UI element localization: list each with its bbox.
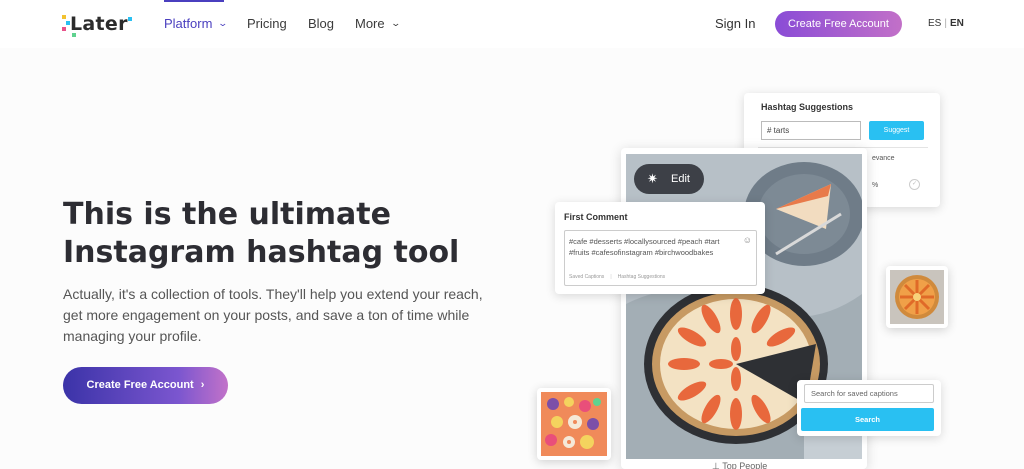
nav-more-label: More <box>355 16 385 31</box>
person-icon: ⊥ <box>712 461 720 469</box>
edit-label: Edit <box>671 173 690 185</box>
chevron-down-icon: ⌄ <box>390 18 401 28</box>
top-people-label: ⊥ Top People <box>712 461 767 469</box>
first-comment-title: First Comment <box>564 212 628 222</box>
nav-active-indicator <box>164 0 224 2</box>
site-header: Later Platform ⌄ Pricing Blog More ⌄ Sig… <box>0 0 1024 48</box>
logo-dot <box>62 27 66 31</box>
nav-blog[interactable]: Blog <box>308 16 334 31</box>
hero-title-line2: Instagram hashtag tool <box>63 235 460 270</box>
hero-subtitle: Actually, it's a collection of tools. Th… <box>63 286 483 344</box>
magic-wand-icon: ✷ <box>647 171 658 186</box>
saved-captions-search-card: Search for saved captions Search <box>797 380 941 436</box>
footer-divider: | <box>610 274 612 280</box>
nav-platform-label: Platform <box>164 16 213 31</box>
nav-platform[interactable]: Platform ⌄ <box>164 16 229 31</box>
first-comment-textarea[interactable]: #cafe #desserts #locallysourced #peach #… <box>564 230 757 286</box>
nav-more[interactable]: More ⌄ <box>355 16 401 31</box>
tart-thumbnail-image <box>890 270 944 324</box>
donuts-thumbnail[interactable] <box>537 388 611 460</box>
hashtag-suggestions-link[interactable]: Hashtag Suggestions <box>618 274 666 280</box>
logo-dot <box>62 15 66 19</box>
logo-wordmark: Later <box>70 13 128 35</box>
logo-dot <box>128 17 132 21</box>
hero-title-line1: This is the ultimate <box>63 197 391 232</box>
lang-en[interactable]: EN <box>950 18 964 29</box>
create-account-button-header[interactable]: Create Free Account <box>775 11 902 37</box>
donuts-thumbnail-image <box>541 392 607 456</box>
first-comment-footer: Saved Captions | Hashtag Suggestions <box>569 274 665 280</box>
search-button[interactable]: Search <box>801 408 934 431</box>
top-people-text: Top People <box>722 461 768 469</box>
relevance-value: % <box>872 182 879 189</box>
hashtag-suggestions-title: Hashtag Suggestions <box>761 102 854 112</box>
nav-pricing[interactable]: Pricing <box>247 16 287 31</box>
suggest-button[interactable]: Suggest <box>869 121 924 140</box>
chevron-down-icon: ⌄ <box>217 18 229 28</box>
nav-blog-label: Blog <box>308 16 335 31</box>
saved-captions-link[interactable]: Saved Captions <box>569 274 604 280</box>
chevron-right-icon: › <box>200 379 205 391</box>
language-switcher: ES | EN <box>928 18 964 29</box>
lang-separator: | <box>944 18 947 29</box>
first-comment-card: First Comment #cafe #desserts #locallyso… <box>555 202 765 294</box>
first-comment-text: #cafe #desserts #locallysourced #peach #… <box>569 237 720 257</box>
saved-captions-search-input[interactable]: Search for saved captions <box>804 384 934 403</box>
later-logo[interactable]: Later <box>62 11 142 37</box>
nav-pricing-label: Pricing <box>247 16 287 31</box>
lang-es[interactable]: ES <box>928 18 941 29</box>
edit-button[interactable]: ✷ Edit <box>634 164 704 194</box>
hashtag-search-input[interactable]: # tarts <box>761 121 861 140</box>
check-circle-icon[interactable]: ✓ <box>909 179 920 190</box>
emoji-icon[interactable]: ☺ <box>743 235 752 245</box>
create-account-button-hero[interactable]: Create Free Account › <box>63 367 228 404</box>
tart-thumbnail[interactable] <box>886 266 948 328</box>
sign-in-link[interactable]: Sign In <box>715 16 755 31</box>
relevance-header: evance <box>872 155 895 162</box>
hero-title: This is the ultimate Instagram hashtag t… <box>63 196 459 272</box>
hero-cta-label: Create Free Account <box>86 379 194 391</box>
